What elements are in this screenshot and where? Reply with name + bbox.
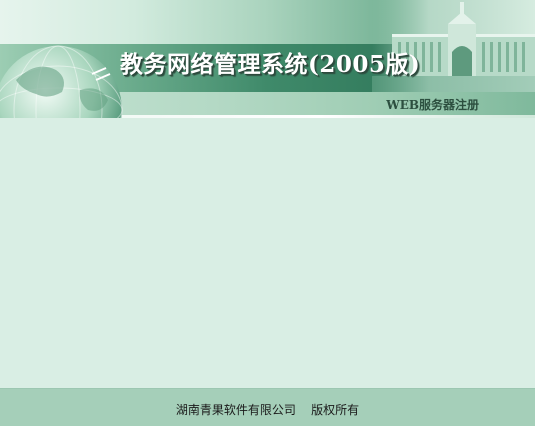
footer: 湖南青果软件有限公司 版权所有 — [0, 388, 535, 426]
page-subtitle: WEB服务器注册 — [386, 98, 479, 112]
app-title: 教务网络管理系统(2005版) — [120, 51, 421, 78]
globe-icon — [0, 45, 123, 118]
main-content-area — [0, 118, 535, 388]
footer-copyright: 湖南青果软件有限公司 版权所有 — [175, 403, 360, 417]
header-banner: 教务网络管理系统(2005版) WEB服务器注册 — [0, 0, 535, 118]
